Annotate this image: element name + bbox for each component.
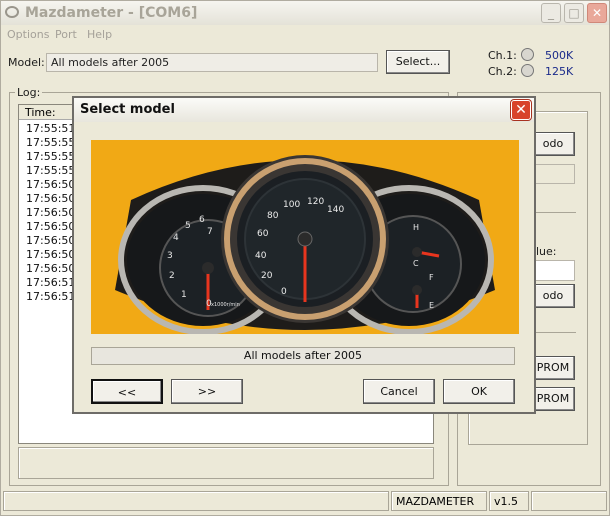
- menu-help[interactable]: Help: [87, 28, 112, 41]
- tick: 5: [185, 221, 191, 231]
- log-row: 17:56:50: [26, 248, 76, 261]
- tick: 7: [207, 227, 213, 237]
- window-title: Mazdameter - [COM6]: [25, 5, 198, 21]
- tick: 40: [255, 251, 267, 261]
- odo-read-button[interactable]: odo: [531, 132, 575, 156]
- tick: 20: [261, 271, 273, 281]
- tick: 4: [173, 233, 179, 243]
- cancel-button[interactable]: Cancel: [363, 379, 435, 404]
- value-label: lue:: [536, 245, 557, 258]
- close-button[interactable]: ✕: [587, 3, 607, 23]
- status-cell-main: [3, 491, 389, 511]
- ch1-label: Ch.1:: [488, 49, 517, 62]
- odo-write-button[interactable]: odo: [531, 284, 575, 308]
- log-column-header[interactable]: Time:: [19, 105, 79, 120]
- ch1-indicator: [521, 48, 534, 61]
- tick: 80: [267, 211, 279, 221]
- ok-button[interactable]: OK: [443, 379, 515, 404]
- model-field: All models after 2005: [46, 53, 378, 72]
- status-cell-end: [531, 491, 607, 511]
- app-icon: [5, 6, 19, 18]
- tick: 6: [199, 215, 205, 225]
- log-row: 17:55:55: [26, 136, 76, 149]
- log-row: 17:56:51: [26, 290, 76, 303]
- log-footer: [18, 447, 434, 479]
- log-row: 17:55:51: [26, 122, 76, 135]
- tick: 140: [327, 205, 344, 215]
- log-row: 17:56:50: [26, 234, 76, 247]
- odo-value-field: [531, 164, 575, 184]
- log-row: 17:55:55: [26, 150, 76, 163]
- ch2-indicator: [521, 64, 534, 77]
- select-button[interactable]: Select...: [386, 50, 450, 74]
- tick: 120: [307, 197, 324, 207]
- log-rows: 17:55:51 17:55:55 17:55:55 17:55:55 17:56:50…: [26, 122, 75, 304]
- log-row: 17:56:50: [26, 206, 76, 219]
- tick: 0: [281, 287, 287, 297]
- model-label: Model:: [8, 56, 45, 69]
- tick: F: [429, 273, 434, 282]
- tick: 60: [257, 229, 269, 239]
- tick: 3: [167, 251, 173, 261]
- tick: 100: [283, 200, 300, 210]
- status-version: v1.5: [489, 491, 529, 511]
- log-row: 17:56:50: [26, 262, 76, 275]
- eeprom-read-button[interactable]: PROM: [531, 356, 575, 380]
- tick: H: [413, 223, 419, 232]
- ch2-value: 125K: [545, 65, 574, 78]
- prev-model-button[interactable]: <<: [91, 379, 163, 404]
- log-row: 17:56:50: [26, 220, 76, 233]
- log-label: Log:: [15, 86, 43, 99]
- log-row: 17:56:50: [26, 178, 76, 191]
- tick: 1: [181, 290, 187, 300]
- instrument-cluster-image: 0 1 2 3 4 5 6 7 x1000r/min 0 20 40 60 80…: [91, 140, 519, 334]
- title-bar: Mazdameter - [COM6] _ □ ✕: [1, 1, 609, 25]
- log-row: 17:56:51: [26, 276, 76, 289]
- log-row: 17:56:50: [26, 192, 76, 205]
- dialog-title-bar: Select model ✕: [74, 98, 534, 122]
- next-model-button[interactable]: >>: [171, 379, 243, 404]
- ch1-value: 500K: [545, 49, 574, 62]
- dialog-title: Select model: [80, 102, 175, 117]
- log-row: 17:55:55: [26, 164, 76, 177]
- cluster-photo: 0 1 2 3 4 5 6 7 x1000r/min 0 20 40 60 80…: [91, 140, 519, 334]
- left-gauge-unit: x1000r/min: [211, 302, 240, 308]
- eeprom-write-button[interactable]: PROM: [531, 387, 575, 411]
- tick: C: [413, 259, 419, 268]
- tick: E: [429, 301, 434, 310]
- value-input[interactable]: [531, 260, 575, 281]
- status-app: MAZDAMETER: [391, 491, 487, 511]
- minimize-button[interactable]: _: [541, 3, 561, 23]
- ch2-label: Ch.2:: [488, 65, 517, 78]
- select-model-dialog: Select model ✕ 0 1 2 3 4 5 6 7 x1000r/mi…: [72, 96, 536, 414]
- model-caption: All models after 2005: [91, 347, 515, 365]
- dialog-close-button[interactable]: ✕: [511, 100, 531, 120]
- maximize-button[interactable]: □: [564, 3, 584, 23]
- menu-options[interactable]: Options: [7, 28, 49, 41]
- menu-port[interactable]: Port: [55, 28, 77, 41]
- tick: 2: [169, 271, 175, 281]
